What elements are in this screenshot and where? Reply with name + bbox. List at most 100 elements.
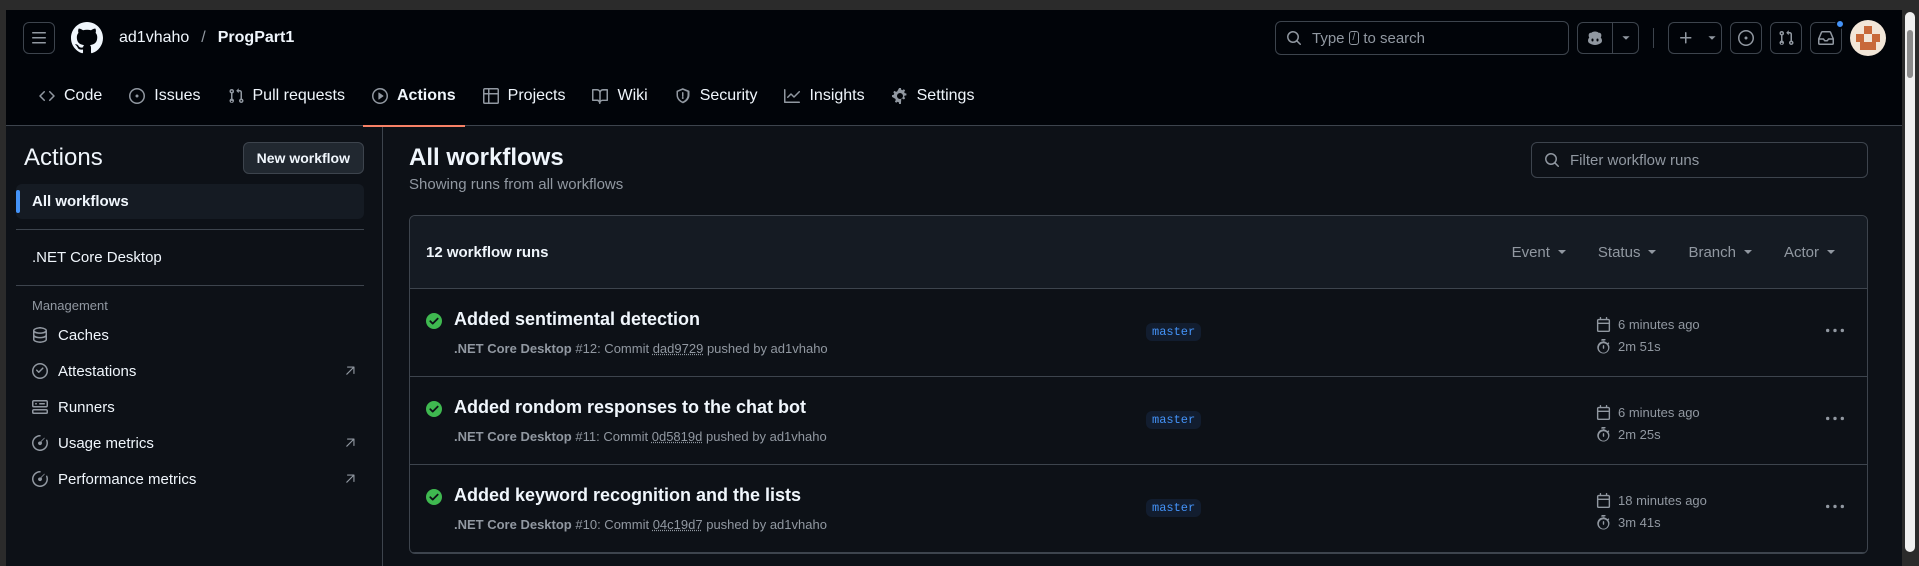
commit-sha-link[interactable]: dad9729 bbox=[653, 341, 704, 356]
chevron-down-icon bbox=[1621, 36, 1630, 40]
create-new-button[interactable] bbox=[1668, 22, 1702, 54]
sidebar-item-attestations[interactable]: Attestations bbox=[16, 353, 364, 389]
table-row[interactable]: Added rondom responses to the chat bot .… bbox=[410, 377, 1867, 465]
create-new-dropdown[interactable] bbox=[1702, 22, 1722, 54]
run-menu-button[interactable] bbox=[1821, 319, 1849, 343]
hamburger-menu-button[interactable] bbox=[23, 22, 55, 54]
copilot-dropdown-button[interactable] bbox=[1613, 22, 1639, 54]
run-timing: 18 minutes ago 3m 41s bbox=[1596, 489, 1707, 533]
kebab-horizontal-icon bbox=[1826, 416, 1844, 421]
tab-projects[interactable]: Projects bbox=[474, 66, 575, 126]
table-icon bbox=[482, 88, 499, 104]
commit-sha-link[interactable]: 0d5819d bbox=[652, 429, 703, 444]
book-icon bbox=[592, 89, 609, 104]
tab-settings[interactable]: Settings bbox=[883, 66, 984, 126]
sidebar-item-label: Performance metrics bbox=[58, 470, 197, 488]
workflow-runs-panel: All workflows Showing runs from all work… bbox=[383, 126, 1902, 566]
sidebar-item-usage-metrics[interactable]: Usage metrics bbox=[16, 425, 364, 461]
issues-button[interactable] bbox=[1730, 22, 1762, 54]
search-icon bbox=[1545, 153, 1559, 167]
table-row[interactable]: Added sentimental detection .NET Core De… bbox=[410, 289, 1867, 377]
branch-badge[interactable]: master bbox=[1146, 323, 1202, 341]
run-timing: 6 minutes ago 2m 51s bbox=[1596, 313, 1700, 357]
dropdown-label: Event bbox=[1511, 243, 1550, 261]
sidebar-item-label: Usage metrics bbox=[58, 434, 154, 452]
run-commit-label: : Commit bbox=[596, 429, 649, 444]
run-time: 6 minutes ago bbox=[1618, 316, 1700, 332]
check-circle-icon bbox=[426, 489, 442, 505]
run-number: #11 bbox=[575, 429, 597, 444]
github-logo-icon[interactable] bbox=[71, 22, 103, 54]
run-commit-label: : Commit bbox=[597, 517, 650, 532]
global-search-input[interactable]: Type / to search bbox=[1275, 21, 1569, 55]
tab-label: Security bbox=[699, 87, 758, 104]
breadcrumb-owner-link[interactable]: ad1vhaho bbox=[119, 29, 189, 47]
breadcrumb-repo-link[interactable]: ProgPart1 bbox=[218, 29, 294, 47]
check-circle-icon bbox=[426, 401, 442, 417]
caret-down-icon bbox=[1648, 250, 1657, 254]
tab-security[interactable]: Security bbox=[666, 66, 767, 126]
tab-label: Settings bbox=[916, 87, 975, 104]
run-menu-button[interactable] bbox=[1821, 495, 1849, 519]
run-workflow: .NET Core Desktop bbox=[454, 517, 572, 532]
window-scrollbar[interactable] bbox=[1905, 12, 1915, 552]
external-link-icon bbox=[346, 366, 355, 375]
pull-request-icon bbox=[229, 88, 243, 104]
tab-code[interactable]: Code bbox=[30, 66, 111, 126]
avatar[interactable] bbox=[1850, 20, 1886, 56]
sidebar-item-performance-metrics[interactable]: Performance metrics bbox=[16, 461, 364, 497]
sidebar-divider bbox=[16, 285, 364, 286]
tab-wiki[interactable]: Wiki bbox=[583, 66, 656, 126]
status-filter-dropdown[interactable]: Status bbox=[1598, 244, 1657, 261]
sidebar-item-caches[interactable]: Caches bbox=[16, 317, 364, 353]
run-title-link[interactable]: Added rondom responses to the chat bot bbox=[454, 397, 806, 418]
plus-icon bbox=[1679, 32, 1691, 44]
run-workflow: .NET Core Desktop bbox=[454, 429, 572, 444]
sidebar-item-runners[interactable]: Runners bbox=[16, 389, 364, 425]
run-workflow: .NET Core Desktop bbox=[454, 341, 572, 356]
runs-list: 12 workflow runs Event Status Branch Act… bbox=[409, 215, 1868, 554]
actor-filter-dropdown[interactable]: Actor bbox=[1784, 244, 1835, 261]
new-workflow-button[interactable]: New workflow bbox=[242, 142, 364, 174]
run-menu-button[interactable] bbox=[1821, 407, 1849, 431]
branch-badge[interactable]: master bbox=[1146, 499, 1202, 517]
commit-sha-link[interactable]: 04c19d7 bbox=[653, 517, 703, 532]
actions-sidebar: Actions New workflow All workflows .NET … bbox=[6, 126, 383, 566]
tab-label: Pull requests bbox=[252, 87, 346, 104]
tab-pull-requests[interactable]: Pull requests bbox=[219, 66, 355, 126]
pull-request-icon bbox=[1779, 30, 1794, 46]
code-icon bbox=[39, 90, 55, 102]
tab-actions[interactable]: Actions bbox=[363, 66, 465, 127]
tab-label: Code bbox=[64, 87, 103, 104]
filter-runs-input[interactable]: Filter workflow runs bbox=[1531, 142, 1868, 178]
meter-icon bbox=[32, 435, 48, 451]
tab-label: Insights bbox=[809, 87, 865, 104]
sidebar-item-workflow[interactable]: .NET Core Desktop bbox=[16, 240, 364, 275]
tab-insights[interactable]: Insights bbox=[775, 66, 873, 126]
create-new-split-button bbox=[1668, 22, 1722, 54]
stopwatch-icon bbox=[1597, 514, 1610, 530]
sidebar-item-label: Runners bbox=[58, 398, 115, 416]
tab-issues[interactable]: Issues bbox=[120, 66, 209, 126]
copilot-icon bbox=[1588, 31, 1602, 45]
sidebar-item-label: Attestations bbox=[58, 362, 137, 380]
caret-down-icon bbox=[1557, 250, 1566, 254]
copilot-button[interactable] bbox=[1577, 22, 1613, 54]
tab-label: Actions bbox=[397, 87, 456, 104]
run-time: 18 minutes ago bbox=[1618, 492, 1707, 508]
event-filter-dropdown[interactable]: Event bbox=[1512, 244, 1566, 261]
branch-filter-dropdown[interactable]: Branch bbox=[1688, 244, 1752, 261]
table-row[interactable]: Added keyword recognition and the lists … bbox=[410, 465, 1867, 553]
calendar-icon bbox=[1596, 492, 1611, 508]
dropdown-label: Status bbox=[1597, 243, 1641, 261]
run-title-link[interactable]: Added keyword recognition and the lists bbox=[454, 485, 801, 506]
sidebar-item-all-workflows[interactable]: All workflows bbox=[16, 184, 364, 219]
runs-list-header: 12 workflow runs Event Status Branch Act… bbox=[410, 216, 1867, 289]
page-subtitle: Showing runs from all workflows bbox=[409, 176, 624, 193]
search-shortcut-key: / bbox=[1348, 31, 1360, 45]
sidebar-item-label: All workflows bbox=[32, 193, 129, 210]
pull-requests-button[interactable] bbox=[1770, 22, 1802, 54]
branch-badge[interactable]: master bbox=[1146, 411, 1202, 429]
run-title-link[interactable]: Added sentimental detection bbox=[454, 309, 700, 330]
notifications-button[interactable] bbox=[1810, 19, 1845, 54]
